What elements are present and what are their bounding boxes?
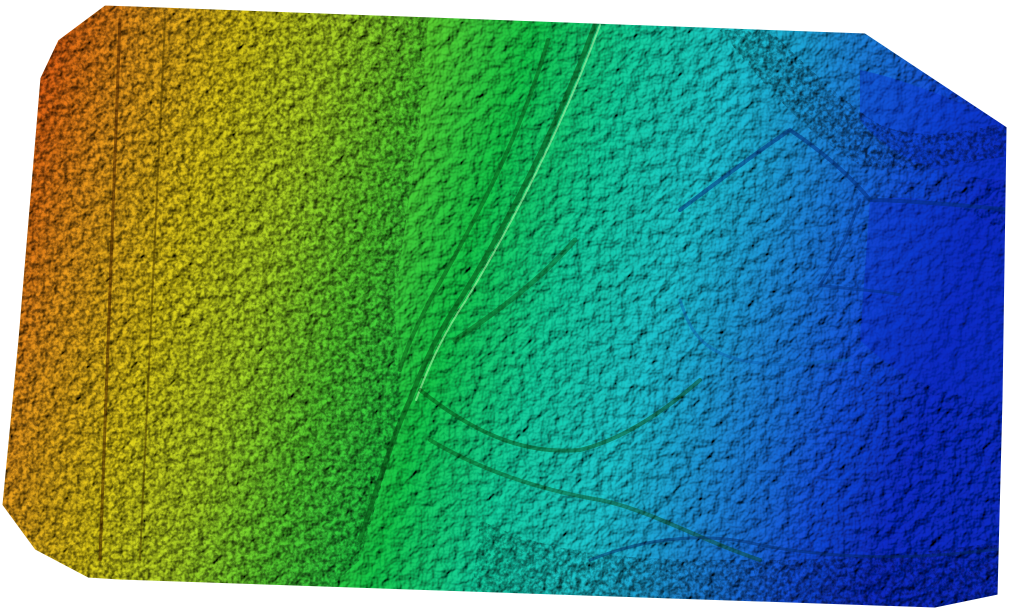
elevation-map xyxy=(1,4,1008,609)
